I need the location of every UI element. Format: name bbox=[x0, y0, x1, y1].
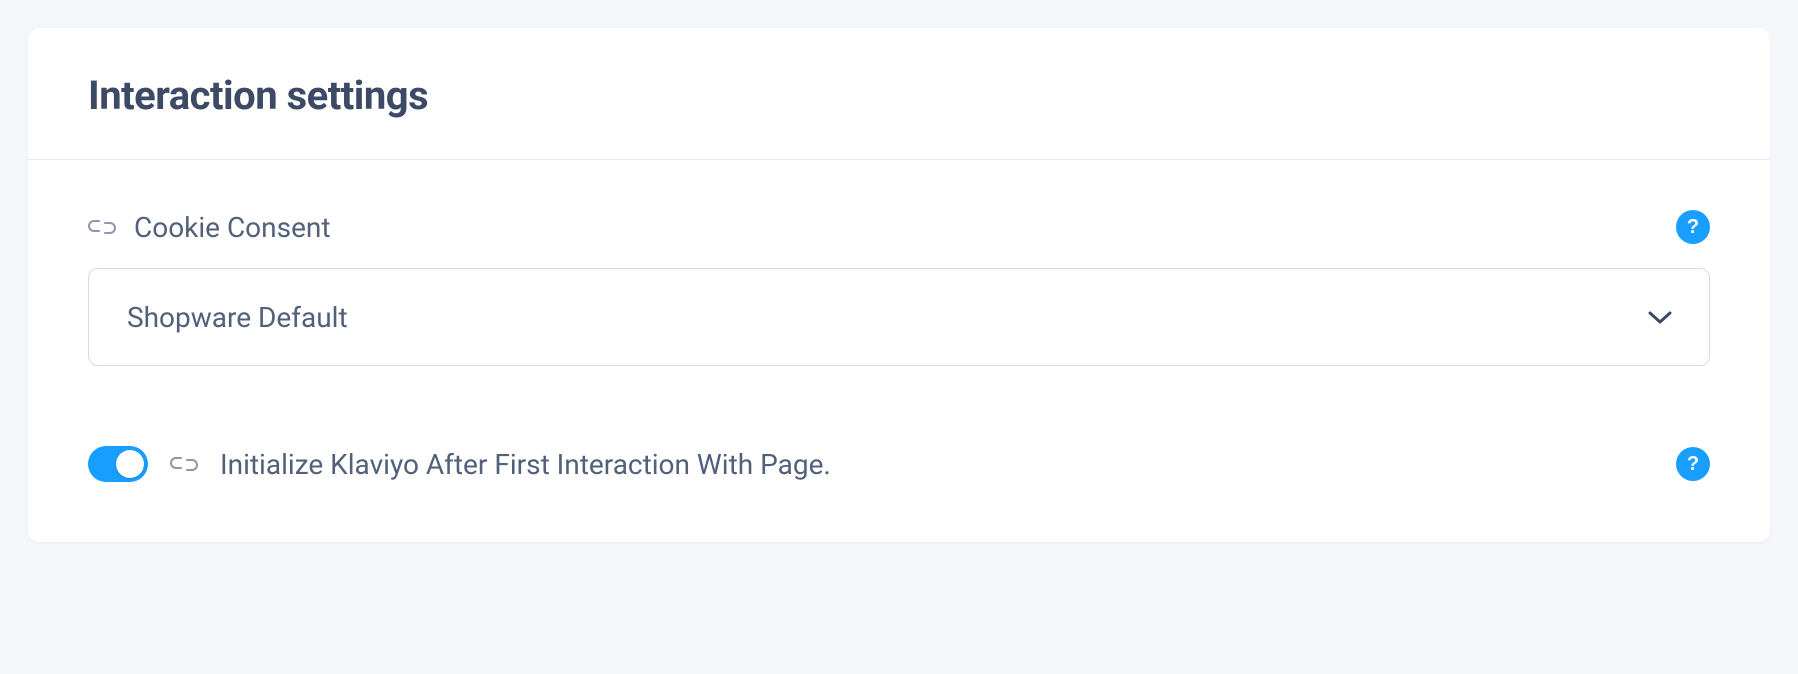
chevron-down-icon bbox=[1647, 309, 1673, 325]
card-header: Interaction settings bbox=[28, 28, 1770, 160]
inheritance-icon bbox=[88, 217, 116, 237]
toggle-row: Initialize Klaviyo After First Interacti… bbox=[88, 446, 1710, 482]
select-value: Shopware Default bbox=[127, 301, 348, 334]
initialize-klaviyo-toggle[interactable] bbox=[88, 446, 148, 482]
field-label-row: Cookie Consent ? bbox=[88, 210, 1710, 244]
cookie-consent-select[interactable]: Shopware Default bbox=[88, 268, 1710, 366]
inheritance-icon bbox=[170, 454, 198, 474]
toggle-label: Initialize Klaviyo After First Interacti… bbox=[220, 448, 831, 481]
settings-card: Interaction settings Cookie Consent ? S bbox=[28, 28, 1770, 542]
field-label-left: Cookie Consent bbox=[88, 211, 331, 244]
field-cookie-consent: Cookie Consent ? Shopware Default bbox=[88, 210, 1710, 366]
field-initialize-klaviyo: Initialize Klaviyo After First Interacti… bbox=[88, 446, 1710, 482]
toggle-knob bbox=[116, 450, 144, 478]
card-body: Cookie Consent ? Shopware Default bbox=[28, 160, 1770, 542]
card-title: Interaction settings bbox=[88, 72, 1710, 119]
help-button-initialize-klaviyo[interactable]: ? bbox=[1676, 447, 1710, 481]
help-button-cookie-consent[interactable]: ? bbox=[1676, 210, 1710, 244]
field-label: Cookie Consent bbox=[134, 211, 331, 244]
toggle-left: Initialize Klaviyo After First Interacti… bbox=[88, 446, 831, 482]
